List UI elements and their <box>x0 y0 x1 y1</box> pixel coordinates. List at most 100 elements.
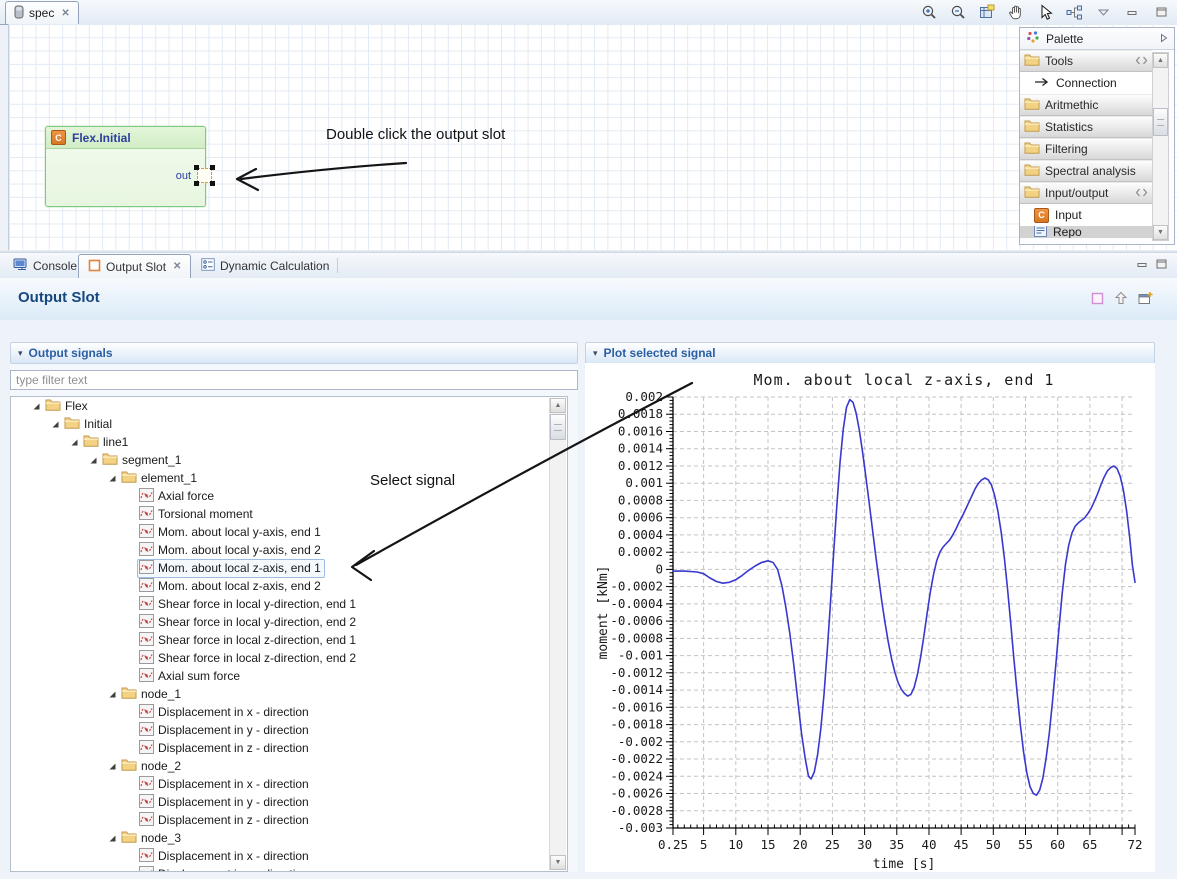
tree-item[interactable]: Displacement in y - direction <box>11 793 567 811</box>
palette-category[interactable]: Aritmethic <box>1020 94 1152 116</box>
folder-icon <box>1024 119 1040 135</box>
component-icon: C <box>1034 208 1049 223</box>
expand-arrow-icon[interactable] <box>69 438 79 447</box>
expand-arrow-icon[interactable] <box>107 690 117 699</box>
tab-close-icon[interactable]: ✕ <box>173 261 181 272</box>
svg-text:40: 40 <box>921 837 936 852</box>
section-collapse-icon[interactable]: ▾ <box>18 348 23 359</box>
output-signals-section: ▾ Output signals FlexInitialline1segment… <box>10 342 578 872</box>
tree-item[interactable]: Displacement in x - direction <box>11 703 567 721</box>
palette-category[interactable]: Spectral analysis <box>1020 160 1152 182</box>
tab-console[interactable]: Console <box>4 254 86 277</box>
tree-item[interactable]: segment_1 <box>11 451 567 469</box>
palette-scrollbar[interactable]: ▲ ▼ <box>1152 52 1169 241</box>
view-menu-icon[interactable] <box>1093 2 1113 22</box>
palette-category[interactable]: Tools <box>1020 50 1152 72</box>
expand-arrow-icon[interactable] <box>107 474 117 483</box>
tree-item[interactable]: node_3 <box>11 829 567 847</box>
scrollbar-thumb[interactable] <box>550 414 566 440</box>
tree-item[interactable]: Displacement in x - direction <box>11 775 567 793</box>
expand-arrow-icon[interactable] <box>31 402 41 411</box>
tree-item[interactable]: Mom. about local y-axis, end 2 <box>11 541 567 559</box>
tab-dynamic-calculation[interactable]: Dynamic Calculation <box>192 254 338 277</box>
scrollbar-thumb[interactable] <box>1153 108 1168 136</box>
palette-tool[interactable]: Repo <box>1020 226 1152 238</box>
expand-arrow-icon[interactable] <box>50 420 60 429</box>
zoom-in-icon[interactable] <box>919 2 939 22</box>
svg-text:0.0008: 0.0008 <box>618 492 663 507</box>
output-port[interactable] <box>197 168 212 183</box>
tree-item[interactable]: Mom. about local y-axis, end 1 <box>11 523 567 541</box>
plot-area: 0.0020.00180.00160.00140.00120.0010.0008… <box>585 363 1155 872</box>
palette-tool[interactable]: CInput <box>1020 204 1152 226</box>
tree-item[interactable]: Displacement in x - direction <box>11 847 567 865</box>
svg-text:time [s]: time [s] <box>873 857 936 872</box>
tree-item[interactable]: Axial sum force <box>11 667 567 685</box>
tree-item-selected[interactable]: Mom. about local z-axis, end 1 <box>11 559 567 577</box>
tree-item[interactable]: Shear force in local y-direction, end 2 <box>11 613 567 631</box>
component-block-flex-initial[interactable]: C Flex.Initial <box>45 126 206 207</box>
tree-item[interactable]: node_1 <box>11 685 567 703</box>
pan-hand-icon[interactable] <box>1006 2 1026 22</box>
palette-category[interactable]: Filtering <box>1020 138 1152 160</box>
tree-item[interactable]: line1 <box>11 433 567 451</box>
tree-item[interactable]: node_2 <box>11 757 567 775</box>
minimize-icon[interactable] <box>1122 2 1142 22</box>
tree-item[interactable]: Displacement in y - direction <box>11 721 567 739</box>
palette-tool[interactable]: Connection <box>1020 72 1152 94</box>
svg-text:-0.0028: -0.0028 <box>610 803 663 818</box>
open-new-window-icon[interactable] <box>1138 291 1153 308</box>
tab-close-icon[interactable]: ✕ <box>61 8 69 19</box>
output-signals-header[interactable]: ▾ Output signals <box>10 342 578 364</box>
tree-item[interactable]: Mom. about local z-axis, end 2 <box>11 577 567 595</box>
tree-item[interactable]: Displacement in y - direction <box>11 865 567 872</box>
navigate-up-icon[interactable] <box>1114 291 1128 308</box>
maximize-icon[interactable] <box>1156 258 1167 272</box>
scroll-down-icon[interactable]: ▼ <box>1153 225 1168 240</box>
signal-filter-input[interactable] <box>10 370 578 390</box>
color-swatch-icon[interactable] <box>1091 292 1104 308</box>
expand-arrow-icon[interactable] <box>107 762 117 771</box>
tree-item[interactable]: Displacement in z - direction <box>11 811 567 829</box>
palette-collapse-icon[interactable] <box>1160 32 1168 46</box>
output-slot-icon <box>88 259 101 275</box>
expand-arrow-icon[interactable] <box>107 834 117 843</box>
zoom-out-icon[interactable] <box>948 2 968 22</box>
tree-item[interactable]: Shear force in local z-direction, end 2 <box>11 649 567 667</box>
tab-output-slot[interactable]: Output Slot ✕ <box>78 254 191 278</box>
expand-arrow-icon[interactable] <box>88 456 98 465</box>
diagram-canvas[interactable]: C Flex.Initial out Double click the outp… <box>8 24 1177 250</box>
tree-item[interactable]: Flex <box>11 397 567 415</box>
bottom-view: Console Output Slot ✕ Dynamic Calculatio… <box>0 253 1177 879</box>
plot-section-header[interactable]: ▾ Plot selected signal <box>585 342 1155 364</box>
route-connections-icon[interactable] <box>1064 2 1084 22</box>
svg-text:Mom. about local z-axis, end 1: Mom. about local z-axis, end 1 <box>754 371 1055 389</box>
tree-item[interactable]: Shear force in local z-direction, end 1 <box>11 631 567 649</box>
scroll-up-icon[interactable]: ▲ <box>550 398 566 413</box>
palette-category[interactable]: Input/output <box>1020 182 1152 204</box>
tree-item[interactable]: Initial <box>11 415 567 433</box>
section-collapse-icon[interactable]: ▾ <box>593 348 598 359</box>
tab-spec[interactable]: spec ✕ <box>5 1 79 24</box>
select-cursor-icon[interactable] <box>1035 2 1055 22</box>
svg-text:-0.0018: -0.0018 <box>610 717 663 732</box>
tree-item[interactable]: Torsional moment <box>11 505 567 523</box>
tree-item[interactable]: element_1 <box>11 469 567 487</box>
tree-item[interactable]: Axial force <box>11 487 567 505</box>
pin-open-icon[interactable] <box>1135 186 1148 200</box>
minimize-icon[interactable] <box>1137 258 1148 272</box>
signal-icon <box>139 632 154 649</box>
scroll-down-icon[interactable]: ▼ <box>550 855 566 870</box>
tab-dynamic-calculation-label: Dynamic Calculation <box>220 259 329 273</box>
tree-item[interactable]: Displacement in z - direction <box>11 739 567 757</box>
palette-category[interactable]: Statistics <box>1020 116 1152 138</box>
scroll-up-icon[interactable]: ▲ <box>1153 53 1168 68</box>
tree-item[interactable]: Shear force in local y-direction, end 1 <box>11 595 567 613</box>
pin-open-icon[interactable] <box>1135 54 1148 68</box>
svg-text:20: 20 <box>793 837 808 852</box>
signal-icon <box>139 866 154 873</box>
palette-header[interactable]: Palette <box>1020 28 1174 50</box>
tree-scrollbar[interactable]: ▲ ▼ <box>549 398 566 870</box>
outline-icon[interactable] <box>977 2 997 22</box>
maximize-icon[interactable] <box>1151 2 1171 22</box>
